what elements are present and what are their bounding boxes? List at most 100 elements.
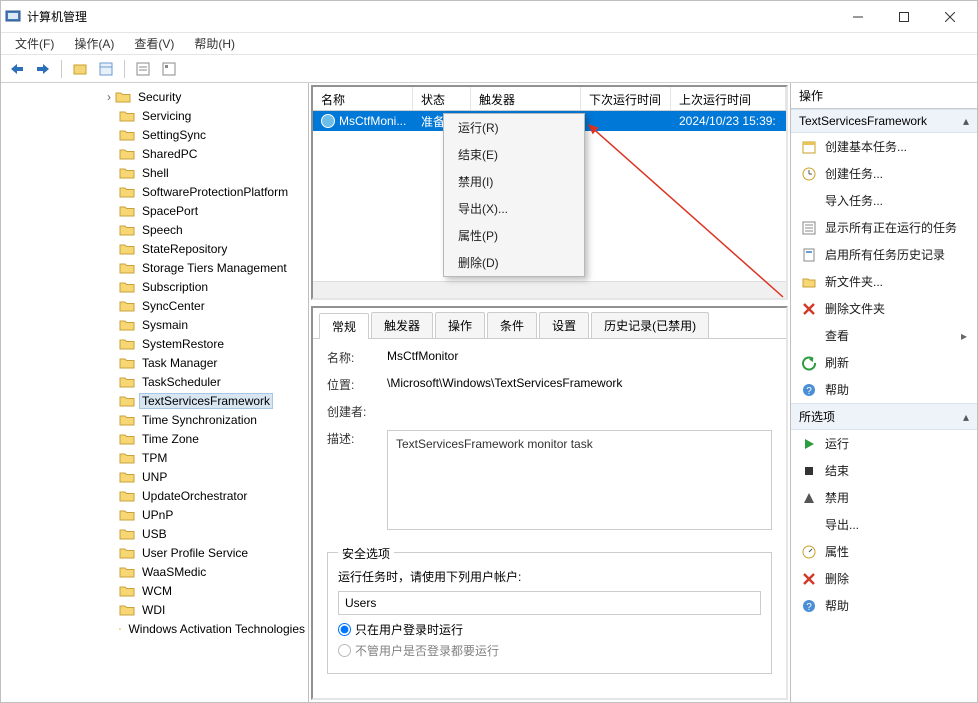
action-item[interactable]: 刷新 [791, 349, 977, 376]
action-item[interactable]: 查看▸ [791, 322, 977, 349]
tree-item[interactable]: Sysmain [1, 315, 308, 334]
ctx-export[interactable]: 导出(X)... [444, 195, 584, 222]
nav-back-button[interactable] [7, 59, 27, 79]
col-trigger[interactable]: 触发器 [471, 87, 581, 110]
ctx-run[interactable]: 运行(R) [444, 114, 584, 141]
tree-item[interactable]: Shell [1, 163, 308, 182]
tree-item[interactable]: Storage Tiers Management [1, 258, 308, 277]
tree-item[interactable]: Task Manager [1, 353, 308, 372]
play-icon [801, 436, 817, 452]
tree-item[interactable]: Speech [1, 220, 308, 239]
tree-pane[interactable]: ›Security ServicingSettingSyncSharedPCShe… [1, 83, 309, 702]
tree-item[interactable]: SpacePort [1, 201, 308, 220]
action-item[interactable]: 导出... [791, 511, 977, 538]
action-item[interactable]: 新文件夹... [791, 268, 977, 295]
tree-item[interactable]: StateRepository [1, 239, 308, 258]
tree-item[interactable]: TaskScheduler [1, 372, 308, 391]
tab-actions[interactable]: 操作 [435, 312, 485, 338]
list-header[interactable]: 名称 状态 触发器 下次运行时间 上次运行时间 [313, 87, 786, 111]
action-item[interactable]: 运行 [791, 430, 977, 457]
nav-forward-button[interactable] [33, 59, 53, 79]
action-label: 帮助 [825, 597, 849, 614]
horizontal-scrollbar[interactable] [313, 281, 786, 298]
action-label: 查看 [825, 327, 849, 344]
minimize-button[interactable] [835, 2, 881, 32]
menu-view[interactable]: 查看(V) [124, 33, 184, 54]
tree-item[interactable]: UpdateOrchestrator [1, 486, 308, 505]
toolbar-btn-1[interactable] [70, 59, 90, 79]
desc-label: 描述: [327, 430, 387, 447]
tree-label: USB [139, 526, 170, 542]
ctx-props[interactable]: 属性(P) [444, 222, 584, 249]
tree-item[interactable]: SoftwareProtectionPlatform [1, 182, 308, 201]
action-item[interactable]: ? 帮助 [791, 376, 977, 403]
tree-label: WaaSMedic [139, 564, 209, 580]
chevron-right-icon[interactable]: › [103, 90, 115, 104]
col-last[interactable]: 上次运行时间 [671, 87, 786, 110]
tab-general[interactable]: 常规 [319, 313, 369, 339]
action-item[interactable]: 启用所有任务历史记录 [791, 241, 977, 268]
tree-item[interactable]: Subscription [1, 277, 308, 296]
toolbar-btn-3[interactable] [133, 59, 153, 79]
ctx-disable[interactable]: 禁用(I) [444, 168, 584, 195]
task-list[interactable]: 名称 状态 触发器 下次运行时间 上次运行时间 MsCtfMoni... 准备就… [311, 85, 788, 300]
actions-group1-header[interactable]: TextServicesFramework ▴ [791, 109, 977, 133]
tab-triggers[interactable]: 触发器 [371, 312, 433, 338]
tree-item[interactable]: User Profile Service [1, 543, 308, 562]
tab-conditions[interactable]: 条件 [487, 312, 537, 338]
tree-item[interactable]: UPnP [1, 505, 308, 524]
tree-item[interactable]: SystemRestore [1, 334, 308, 353]
menu-action[interactable]: 操作(A) [64, 33, 124, 54]
tree-item[interactable]: WDI [1, 600, 308, 619]
action-item[interactable]: 删除文件夹 [791, 295, 977, 322]
tree-item[interactable]: ›Security [1, 87, 308, 106]
tree-label: SystemRestore [139, 336, 227, 352]
action-item[interactable]: 禁用 [791, 484, 977, 511]
radio-any[interactable] [338, 644, 351, 657]
desc-value: TextServicesFramework monitor task [387, 430, 772, 530]
refresh-icon [801, 355, 817, 371]
menu-help[interactable]: 帮助(H) [184, 33, 245, 54]
action-item[interactable]: 创建任务... [791, 160, 977, 187]
tab-settings[interactable]: 设置 [539, 312, 589, 338]
tab-history[interactable]: 历史记录(已禁用) [591, 312, 709, 338]
maximize-button[interactable] [881, 2, 927, 32]
tree-item[interactable]: Servicing [1, 106, 308, 125]
svg-text:?: ? [806, 386, 812, 397]
tree-label: SpacePort [139, 203, 201, 219]
tree-item[interactable]: Time Zone [1, 429, 308, 448]
toolbar-btn-4[interactable] [159, 59, 179, 79]
close-button[interactable] [927, 2, 973, 32]
actions-group2-header[interactable]: 所选项 ▴ [791, 403, 977, 430]
ctx-end[interactable]: 结束(E) [444, 141, 584, 168]
tree-item[interactable]: UNP [1, 467, 308, 486]
action-item[interactable]: 结束 [791, 457, 977, 484]
col-next[interactable]: 下次运行时间 [581, 87, 671, 110]
toolbar-btn-2[interactable] [96, 59, 116, 79]
tree-item[interactable]: Time Synchronization [1, 410, 308, 429]
menubar: 文件(F) 操作(A) 查看(V) 帮助(H) [1, 33, 977, 55]
tree-item[interactable]: Windows Activation Technologies [1, 619, 308, 638]
menu-file[interactable]: 文件(F) [5, 33, 64, 54]
tree-item[interactable]: WCM [1, 581, 308, 600]
tree-item[interactable]: TextServicesFramework [1, 391, 308, 410]
action-item[interactable]: 属性 [791, 538, 977, 565]
tree-item[interactable]: SharedPC [1, 144, 308, 163]
tree-item[interactable]: WaaSMedic [1, 562, 308, 581]
action-label: 帮助 [825, 381, 849, 398]
action-label: 导出... [825, 516, 859, 533]
tree-item[interactable]: USB [1, 524, 308, 543]
action-item[interactable]: ?帮助 [791, 592, 977, 619]
tree-item[interactable]: SyncCenter [1, 296, 308, 315]
action-item[interactable]: 创建基本任务... [791, 133, 977, 160]
radio-logged-in[interactable] [338, 623, 351, 636]
tree-item[interactable]: SettingSync [1, 125, 308, 144]
action-item[interactable]: 删除 [791, 565, 977, 592]
ctx-delete[interactable]: 删除(D) [444, 249, 584, 276]
col-status[interactable]: 状态 [413, 87, 471, 110]
tree-item[interactable]: TPM [1, 448, 308, 467]
tree-label: Servicing [139, 108, 194, 124]
action-item[interactable]: 显示所有正在运行的任务 [791, 214, 977, 241]
col-name[interactable]: 名称 [313, 87, 413, 110]
action-item[interactable]: 导入任务... [791, 187, 977, 214]
